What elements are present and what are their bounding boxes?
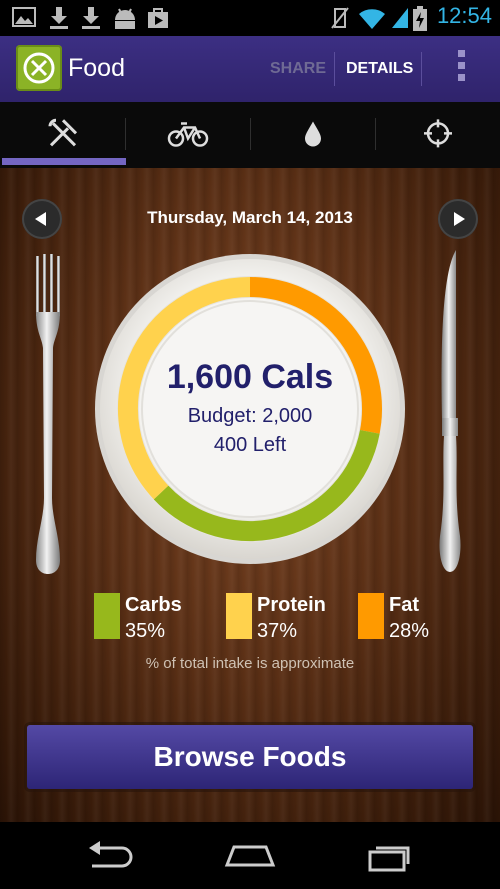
tab-goals[interactable] [375,102,500,168]
legend-percent: 35% [125,620,166,642]
legend-percent: 37% [257,620,298,642]
browse-foods-button[interactable]: Browse Foods [27,725,473,789]
calories-consumed: 1,600 Cals [166,358,334,396]
approximation-note: % of total intake is approximate [145,655,355,672]
battery-charging-icon [413,6,427,31]
download-notification-icon [50,7,68,29]
target-icon [423,119,452,148]
back-icon[interactable] [86,840,136,872]
app-icon[interactable] [16,45,62,91]
recent-apps-icon[interactable] [366,840,414,872]
app-title[interactable]: Food [68,54,125,83]
legend-label: Protein [257,594,326,616]
action-bar: Food SHARE DETAILS [0,36,500,102]
legend-label: Fat [389,594,419,616]
legend-swatch [358,593,384,639]
download-notification-icon [82,7,100,29]
home-icon[interactable] [224,840,276,870]
details-button[interactable]: DETAILS [346,60,413,78]
water-drop-icon [304,121,321,147]
image-notification-icon [12,7,36,27]
bicycle-icon [167,122,208,147]
divider [421,52,422,86]
divider [334,52,335,86]
fork-knife-icon [48,118,77,147]
legend-swatch [226,593,252,639]
status-bar: 12:54 [0,0,500,36]
fork-knife-icon [23,52,55,84]
wifi-icon [359,9,385,29]
tab-exercise[interactable] [125,102,250,168]
vibrate-icon [331,7,349,29]
share-button[interactable]: SHARE [270,60,326,78]
next-day-button[interactable] [438,199,478,239]
signal-icon [392,8,408,28]
play-store-notification-icon [148,8,168,28]
android-notification-icon [115,8,135,29]
chevron-right-icon [454,212,465,226]
system-nav-bar [0,822,500,889]
legend-percent: 28% [389,620,430,642]
tab-water[interactable] [250,102,375,168]
clock: 12:54 [436,3,492,28]
date-label: Thursday, March 14, 2013 [147,208,353,227]
legend-label: Carbs [125,594,182,616]
calories-left: 400 Left [213,434,287,456]
calorie-budget: Budget: 2,000 [187,405,313,427]
selected-tab-indicator [2,158,126,165]
overflow-menu-icon[interactable] [450,50,472,88]
legend-swatch [94,593,120,639]
